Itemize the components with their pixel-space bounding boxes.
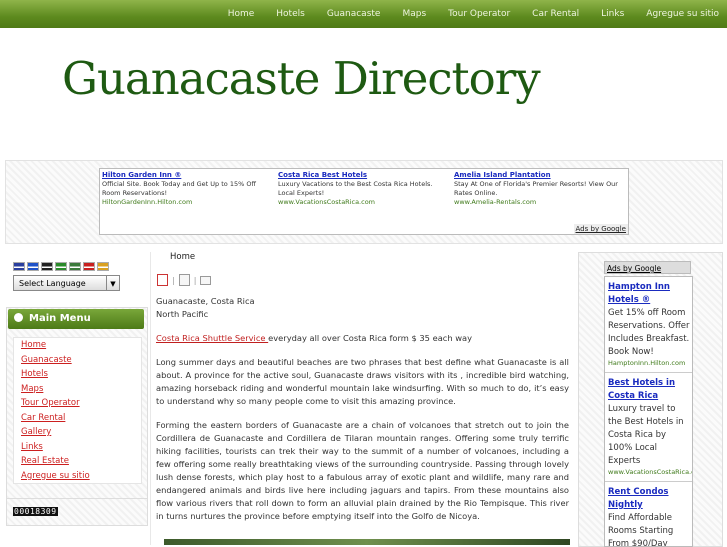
menu-item-home[interactable]: Home: [14, 338, 141, 353]
top-ad-text: Luxury Vacations to the Best Costa Rica …: [278, 180, 433, 197]
menu-item-agregue-su-sitio[interactable]: Agregue su sitio: [14, 469, 141, 484]
menu-item-gallery[interactable]: Gallery: [14, 425, 141, 440]
location-line-2: North Pacific: [156, 309, 209, 319]
sidebar-ad-url[interactable]: HamptonInn.Hilton.com: [608, 359, 692, 368]
breadcrumb: Home: [170, 252, 196, 262]
top-ad-url[interactable]: www.Amelia-Rentals.com: [454, 198, 622, 207]
top-ad-1: Hilton Garden Inn ® Official Site. Book …: [102, 171, 270, 207]
sidebar-ad-3: Rent Condos Nightly Find Affordable Room…: [605, 482, 692, 547]
ads-by-google-sidebar-link[interactable]: Ads by Google: [604, 261, 691, 274]
site-title: Guanacaste Directory: [62, 52, 541, 105]
location-line-1: Guanacaste, Costa Rica: [156, 296, 255, 306]
top-ad-3: Amelia Island Plantation Stay At One of …: [454, 171, 622, 207]
menu-item-guanacaste[interactable]: Guanacaste: [14, 353, 141, 368]
column-divider: [150, 252, 151, 545]
sidebar-ad-text: Luxury travel to the Best Hotels in Cost…: [608, 404, 684, 466]
menu-item-hotels[interactable]: Hotels: [14, 367, 141, 382]
nav-car-rental[interactable]: Car Rental: [532, 9, 579, 19]
main-menu-list: Home Guanacaste Hotels Maps Tour Operato…: [13, 337, 142, 484]
menu-item-maps[interactable]: Maps: [14, 382, 141, 397]
flag-german-icon[interactable]: [41, 262, 53, 271]
flag-italian-icon[interactable]: [55, 262, 67, 271]
language-flags: [13, 262, 109, 271]
article-paragraph-2: Forming the eastern borders of Guanacast…: [156, 420, 569, 521]
main-menu-title: Main Menu: [29, 313, 91, 324]
nav-hotels[interactable]: Hotels: [276, 9, 305, 19]
ads-by-google-link[interactable]: Ads by Google: [573, 224, 628, 234]
menu-item-tour-operator[interactable]: Tour Operator: [14, 396, 141, 411]
sidebar-ad-title[interactable]: Hampton Inn Hotels ®: [608, 281, 692, 307]
sidebar-ad-title[interactable]: Best Hotels in Costa Rica: [608, 377, 692, 403]
top-ad-title[interactable]: Hilton Garden Inn ®: [102, 171, 270, 180]
flag-spanish-icon[interactable]: [97, 262, 109, 271]
top-ad-title[interactable]: Amelia Island Plantation: [454, 171, 622, 180]
top-ad-title[interactable]: Costa Rica Best Hotels: [278, 171, 446, 180]
menu-item-links[interactable]: Links: [14, 440, 141, 455]
nav-links[interactable]: Links: [601, 9, 624, 19]
pdf-icon[interactable]: [157, 274, 168, 286]
nav-agregue-su-sitio[interactable]: Agregue su sitio: [646, 9, 719, 19]
flag-english-icon[interactable]: [13, 262, 25, 271]
top-ad-box: Hilton Garden Inn ® Official Site. Book …: [99, 168, 629, 235]
article-paragraph-1: Long summer days and beautiful beaches a…: [156, 357, 569, 406]
top-ad-url[interactable]: www.VacationsCostaRica.com: [278, 198, 446, 207]
sidebar-ad-1: Hampton Inn Hotels ® Get 15% off Room Re…: [605, 277, 692, 373]
article-tools: | |: [157, 274, 212, 286]
top-ad-2: Costa Rica Best Hotels Luxury Vacations …: [278, 171, 446, 207]
dropdown-arrow-icon: ▼: [106, 276, 119, 290]
nav-guanacaste[interactable]: Guanacaste: [327, 9, 381, 19]
flag-french-icon[interactable]: [27, 262, 39, 271]
menu-item-car-rental[interactable]: Car Rental: [14, 411, 141, 426]
top-ad-text: Official Site. Book Today and Get Up to …: [102, 180, 256, 197]
language-select[interactable]: Select Language ▼: [13, 275, 120, 291]
shuttle-text: everyday all over Costa Rica form $ 35 e…: [268, 333, 473, 343]
sidebar-ads: Hampton Inn Hotels ® Get 15% off Room Re…: [604, 276, 693, 547]
sidebar-ad-url[interactable]: www.VacationsCostaRica.com: [608, 468, 692, 477]
language-select-value: Select Language: [19, 279, 86, 288]
nav-maps[interactable]: Maps: [402, 9, 426, 19]
visitor-counter: 00018309: [13, 507, 58, 516]
sidebar-ad-text: Get 15% off Room Reservations. Offer Inc…: [608, 308, 690, 357]
top-navigation-bar: Home Hotels Guanacaste Maps Tour Operato…: [0, 0, 727, 28]
flag-portuguese-icon[interactable]: [69, 262, 81, 271]
menu-bullet-icon: [14, 313, 23, 322]
article-photo: [164, 539, 570, 545]
sidebar-ad-title[interactable]: Rent Condos Nightly: [608, 486, 692, 512]
top-ad-url[interactable]: HiltonGardenInn.Hilton.com: [102, 198, 270, 207]
top-nav-links: Home Hotels Guanacaste Maps Tour Operato…: [206, 0, 719, 28]
email-icon[interactable]: [200, 275, 212, 285]
print-icon[interactable]: [178, 274, 190, 286]
nav-home[interactable]: Home: [228, 9, 255, 19]
sidebar-ad-text: Find Affordable Rooms Starting From $90/…: [608, 513, 674, 547]
main-menu-header: Main Menu: [8, 309, 144, 329]
flag-russian-icon[interactable]: [83, 262, 95, 271]
menu-item-real-estate[interactable]: Real Estate: [14, 454, 141, 469]
nav-tour-operator[interactable]: Tour Operator: [448, 9, 510, 19]
shuttle-service-link[interactable]: Costa Rica Shuttle Service: [156, 333, 268, 343]
article-body: Guanacaste, Costa Rica North Pacific Cos…: [156, 295, 569, 534]
top-ad-text: Stay At One of Florida's Premier Resorts…: [454, 180, 618, 197]
sidebar-ad-2: Best Hotels in Costa Rica Luxury travel …: [605, 373, 692, 482]
